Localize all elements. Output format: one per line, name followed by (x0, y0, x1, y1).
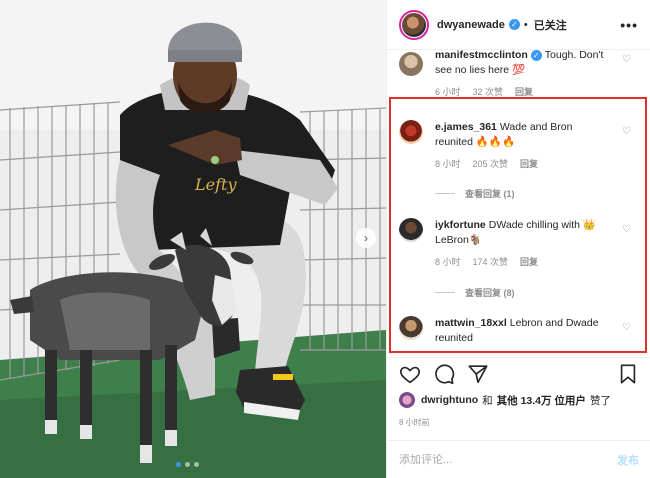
photo-illustration: Lefty (0, 0, 386, 478)
likes-others[interactable]: 其他 13.4万 位用户 (497, 393, 586, 408)
chevron-right-icon: › (364, 231, 368, 245)
comment-item: mattwin_18xxl Lebron and Dwade reunited ♡ (399, 316, 645, 346)
view-replies-label[interactable]: 查看回复 (8) (465, 286, 515, 299)
comment-likes[interactable]: 205 次赞 (473, 157, 509, 170)
comment-meta: 6 小时 32 次赞 回复 (435, 85, 610, 98)
reply-button[interactable]: 回复 (520, 157, 538, 170)
comment-text: e.james_361 Wade and Bron reunited 🔥🔥🔥 (435, 120, 610, 150)
heart-outline-icon[interactable]: ♡ (622, 54, 631, 65)
comment-meta: 8 小时 174 次赞 回复 (435, 255, 610, 268)
comment-input[interactable] (399, 453, 617, 466)
svg-text:Lefty: Lefty (194, 175, 237, 194)
comment-likes[interactable]: 32 次赞 (473, 85, 504, 98)
verified-badge-icon: ✓ (508, 19, 520, 30)
post-comment-button[interactable]: 发布 (617, 452, 639, 468)
reply-button[interactable]: 回复 (520, 255, 538, 268)
post-header: dwyanewade ✓ • 已关注 ••• (387, 0, 650, 50)
carousel-next-button[interactable]: › (356, 228, 376, 248)
view-replies-label[interactable]: 查看回复 (1) (465, 187, 515, 200)
carousel-dot (176, 462, 181, 467)
liker-username[interactable]: dwrightuno (421, 394, 478, 406)
comment-username[interactable]: iykfortune (435, 219, 486, 231)
more-dots-icon[interactable]: ••• (620, 17, 638, 33)
heart-outline-icon[interactable]: ♡ (622, 322, 631, 333)
comment-item: e.james_361 Wade and Bron reunited 🔥🔥🔥 8 … (399, 120, 645, 170)
comment-time: 8 小时 (435, 257, 461, 267)
comment-text: manifestmcclinton ✓ Tough. Don't see no li… (435, 50, 610, 78)
divider (435, 193, 455, 194)
carousel-dot (185, 462, 190, 467)
liker-avatar[interactable] (399, 392, 415, 408)
following-button[interactable]: 已关注 (534, 17, 567, 33)
comments-list: manifestmcclinton ✓ Tough. Don't see no li… (387, 50, 650, 356)
commenter-avatar[interactable] (399, 52, 423, 76)
commenter-avatar[interactable] (399, 316, 423, 340)
comment-likes[interactable]: 174 次赞 (473, 255, 509, 268)
carousel-indicator (176, 462, 199, 467)
commenter-avatar[interactable] (399, 218, 423, 242)
likes-summary: dwrightuno 和 其他 13.4万 位用户 赞了 (399, 392, 615, 408)
post-photo: Lefty › (0, 0, 386, 478)
comment-time: 6 小时 (435, 87, 461, 97)
author-username[interactable]: dwyanewade (437, 19, 505, 31)
author-avatar[interactable] (399, 9, 429, 40)
comment-username[interactable]: mattwin_18xxl (435, 317, 507, 329)
paper-plane-icon[interactable] (467, 363, 489, 385)
verified-badge-icon: ✓ (530, 50, 542, 61)
comment-meta: 8 小时 205 次赞 回复 (435, 157, 610, 170)
action-bar (387, 357, 650, 389)
divider (435, 292, 455, 293)
bookmark-icon[interactable] (617, 363, 639, 385)
likes-suffix: 赞了 (589, 394, 611, 407)
separator-dot: • (523, 18, 528, 31)
heart-outline-icon[interactable]: ♡ (622, 224, 631, 235)
heart-outline-icon[interactable]: ♡ (622, 126, 631, 137)
commenter-avatar[interactable] (399, 120, 423, 144)
comment-username[interactable]: manifestmcclinton (435, 50, 528, 61)
comment-item: manifestmcclinton ✓ Tough. Don't see no li… (399, 50, 645, 98)
comment-item: iykfortune DWade chilling with 👑LeBron🐐 8… (399, 218, 645, 268)
reply-button[interactable]: 回复 (515, 85, 533, 98)
comment-username[interactable]: e.james_361 (435, 121, 497, 133)
post-side-panel: dwyanewade ✓ • 已关注 ••• manifestmcclinton… (386, 0, 650, 478)
heart-outline-icon[interactable] (399, 363, 421, 385)
view-replies-button[interactable]: 查看回复 (8) (435, 286, 515, 299)
likes-connector: 和 (482, 394, 493, 407)
comment-bubble-icon[interactable] (433, 363, 455, 385)
comment-text: iykfortune DWade chilling with 👑LeBron🐐 (435, 218, 610, 248)
view-replies-button[interactable]: 查看回复 (1) (435, 187, 515, 200)
comment-time: 8 小时 (435, 159, 461, 169)
comment-text: mattwin_18xxl Lebron and Dwade reunited (435, 316, 610, 346)
carousel-dot (194, 462, 199, 467)
add-comment-bar: 发布 (387, 440, 650, 478)
post-timestamp: 8 小时前 (399, 418, 430, 427)
